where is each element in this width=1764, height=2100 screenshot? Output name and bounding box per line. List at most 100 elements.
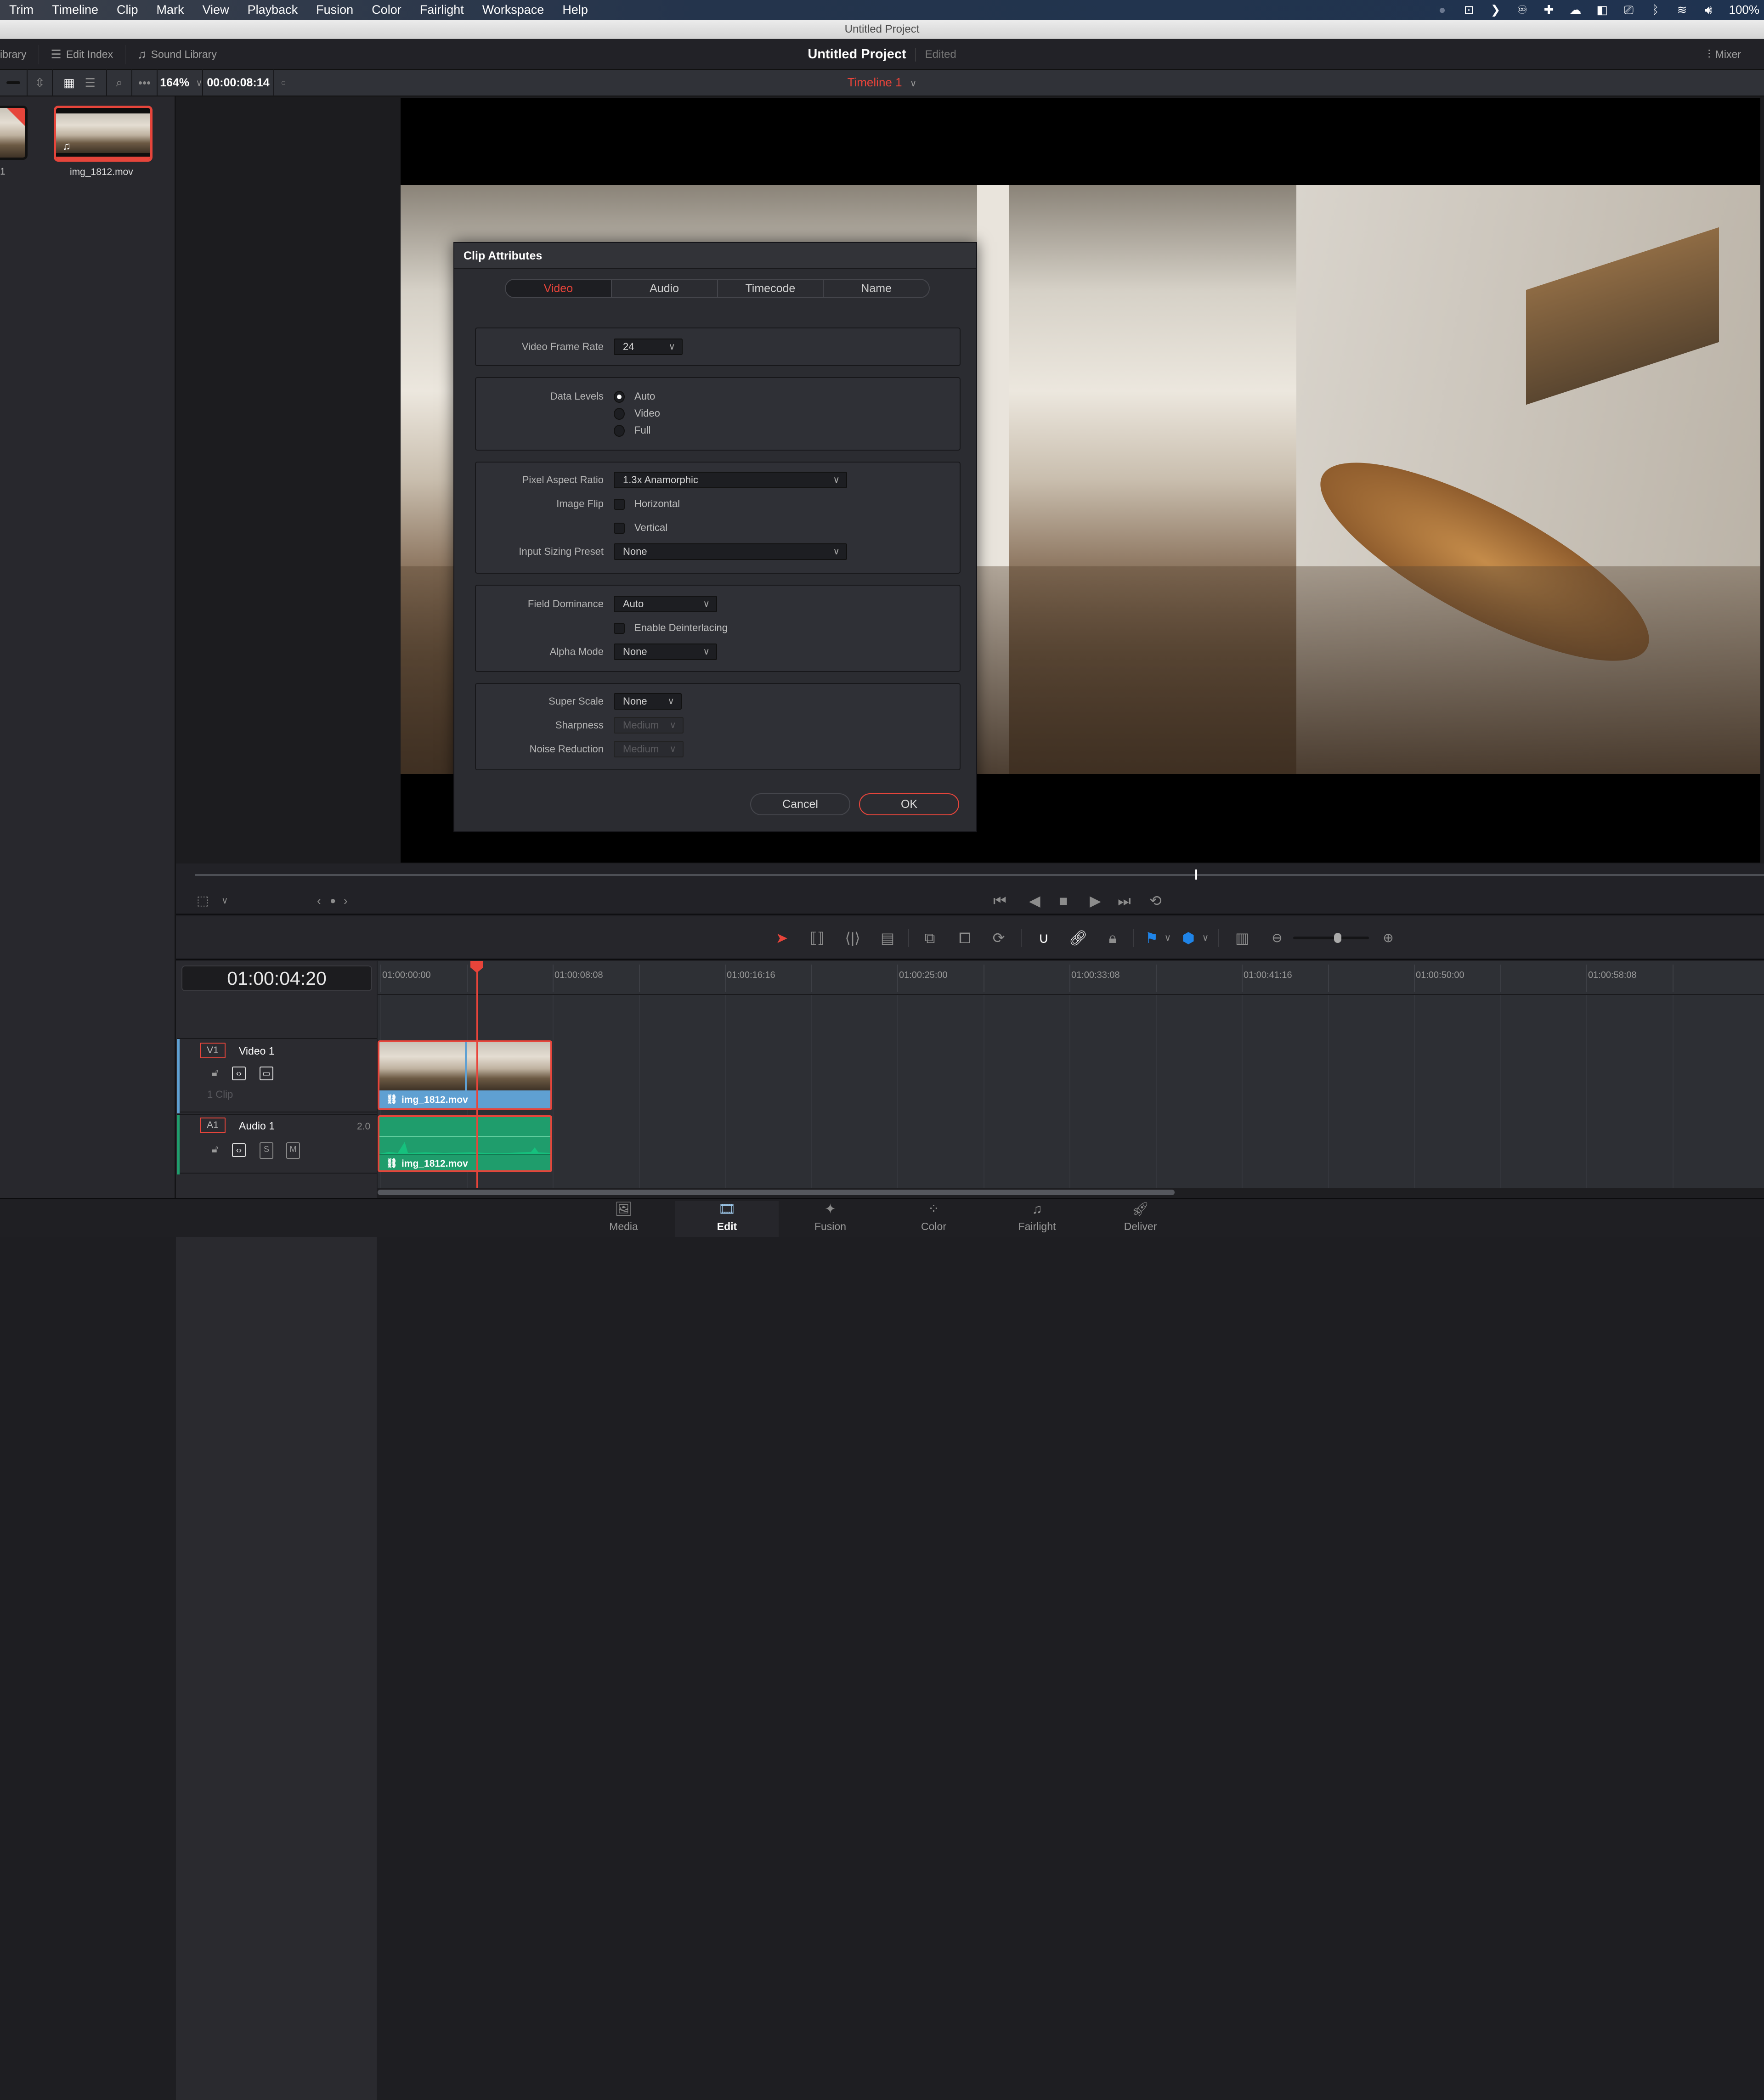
page-media[interactable]: 🖼︎ Media bbox=[572, 1201, 675, 1237]
medical-cross-icon[interactable]: ✚ bbox=[1543, 3, 1555, 17]
menu-fairlight[interactable]: Fairlight bbox=[411, 3, 473, 17]
lock-icon[interactable]: 🔓︎ bbox=[208, 1143, 222, 1157]
stop-icon[interactable]: ■ bbox=[1059, 892, 1068, 910]
clip-dot-icon[interactable]: ● bbox=[330, 892, 336, 910]
input-sizing-preset-select[interactable]: None ∨ bbox=[614, 543, 847, 560]
menu-playback[interactable]: Playback bbox=[238, 3, 307, 17]
cancel-button[interactable]: Cancel bbox=[750, 793, 850, 815]
menu-timeline[interactable]: Timeline bbox=[43, 3, 107, 17]
mute-button[interactable]: M bbox=[286, 1142, 300, 1159]
overwrite-clip-icon[interactable]: ⧠ bbox=[955, 928, 975, 948]
timeline-zoom-slider[interactable] bbox=[1293, 937, 1369, 939]
page-fairlight[interactable]: ♫ Fairlight bbox=[985, 1201, 1089, 1237]
audio-clip[interactable]: ⛓ img_1812.mov bbox=[378, 1115, 552, 1172]
auto-select-icon[interactable]: ‹› bbox=[232, 1067, 246, 1080]
airplay-icon[interactable]: ⎚ bbox=[1623, 3, 1635, 17]
zoom-dropdown[interactable]: 164% ∨ bbox=[158, 69, 203, 96]
wifi-icon[interactable]: ≋ bbox=[1676, 3, 1689, 17]
dynamic-trim-icon[interactable]: ⟨|⟩ bbox=[842, 928, 863, 948]
position-lock-icon[interactable]: 🔒︎ bbox=[1102, 928, 1123, 948]
loop-icon[interactable]: ⟲ bbox=[1149, 892, 1162, 910]
radio-data-levels-auto[interactable] bbox=[614, 391, 625, 403]
track-id-a1[interactable]: A1 bbox=[200, 1118, 226, 1133]
menu-view[interactable]: View bbox=[193, 3, 238, 17]
tab-audio[interactable]: Audio bbox=[612, 280, 718, 297]
vertical-flip-checkbox[interactable] bbox=[614, 523, 625, 534]
enable-deinterlacing-checkbox[interactable] bbox=[614, 623, 625, 634]
menu-fusion[interactable]: Fusion bbox=[307, 3, 362, 17]
slider-handle[interactable] bbox=[0, 69, 28, 96]
battery-percent[interactable]: 100% bbox=[1729, 3, 1760, 17]
creative-cloud-icon[interactable]: ♾ bbox=[1516, 3, 1529, 17]
list-view-icon[interactable]: ☰ bbox=[85, 76, 96, 90]
notification-icon[interactable]: ● bbox=[1436, 3, 1449, 17]
tab-name[interactable]: Name bbox=[824, 280, 929, 297]
search-icon[interactable]: ⌕ bbox=[107, 69, 132, 96]
bluetooth-icon[interactable]: ᛒ bbox=[1649, 3, 1662, 17]
insert-clip-icon[interactable]: ⧉ bbox=[920, 928, 940, 948]
track-enable-icon[interactable]: ▭ bbox=[260, 1067, 273, 1080]
tab-timecode[interactable]: Timecode bbox=[718, 280, 824, 297]
previous-clip-icon[interactable]: ‹ bbox=[317, 892, 321, 910]
super-scale-select[interactable]: None ∨ bbox=[614, 693, 682, 710]
timeline-chevron-icon[interactable]: ∨ bbox=[910, 79, 917, 89]
menu-color[interactable]: Color bbox=[362, 3, 411, 17]
timeline-zoom-handle[interactable] bbox=[1334, 933, 1341, 943]
menu-workspace[interactable]: Workspace bbox=[473, 3, 554, 17]
video-frame-rate-select[interactable]: 24 ∨ bbox=[614, 339, 683, 355]
play-icon[interactable]: ▶ bbox=[1090, 892, 1101, 910]
play-reverse-icon[interactable]: ◀ bbox=[1029, 892, 1040, 910]
page-fusion[interactable]: ✦ Fusion bbox=[779, 1201, 882, 1237]
page-edit[interactable]: 🎞︎ Edit bbox=[675, 1201, 779, 1237]
chevron-down-icon[interactable]: ∨ bbox=[1195, 928, 1216, 948]
sort-icon[interactable]: ⇳ bbox=[28, 69, 53, 96]
field-dominance-select[interactable]: Auto ∨ bbox=[614, 596, 717, 612]
sharpness-select[interactable]: Medium ∨ bbox=[614, 717, 684, 734]
viewer-frame-icon[interactable]: ⬚ bbox=[197, 892, 209, 910]
media-pool-clip[interactable]: ♫ bbox=[54, 106, 153, 162]
ok-button[interactable]: OK bbox=[859, 793, 959, 815]
solo-button[interactable]: S bbox=[260, 1142, 273, 1159]
video-clip[interactable]: ⛓ img_1812.mov bbox=[378, 1040, 552, 1110]
zoom-in-icon[interactable]: ⊕ bbox=[1378, 928, 1398, 948]
chevron-right-icon[interactable]: ❯ bbox=[1489, 3, 1502, 17]
radio-data-levels-full[interactable] bbox=[614, 425, 625, 437]
chevron-down-icon[interactable]: ∨ bbox=[1158, 928, 1178, 948]
selection-tool-icon[interactable]: ➤ bbox=[772, 928, 792, 948]
more-options-icon[interactable]: ••• bbox=[132, 69, 158, 96]
playhead-line[interactable] bbox=[476, 967, 478, 1190]
noise-reduction-select[interactable]: Medium ∨ bbox=[614, 741, 684, 757]
bookmark-star-icon[interactable]: ⊡ bbox=[1463, 3, 1476, 17]
trim-edit-icon[interactable]: ⟦⟧ bbox=[807, 928, 827, 948]
lock-icon[interactable]: 🔓︎ bbox=[208, 1067, 222, 1080]
pixel-aspect-ratio-select[interactable]: 1.3x Anamorphic ∨ bbox=[614, 472, 847, 488]
timeline-view-options-icon[interactable]: ▥ bbox=[1232, 928, 1252, 948]
auto-select-icon[interactable]: ‹› bbox=[232, 1143, 246, 1157]
volume-icon[interactable]: 🔊︎ bbox=[1702, 3, 1715, 17]
menu-clip[interactable]: Clip bbox=[107, 3, 147, 17]
next-clip-icon[interactable]: › bbox=[344, 892, 348, 910]
media-pool-clip-partial[interactable] bbox=[0, 106, 28, 160]
page-deliver[interactable]: 🚀︎ Deliver bbox=[1089, 1201, 1192, 1237]
timeline-timecode[interactable]: 01:00:04:20 bbox=[181, 965, 372, 991]
alpha-mode-select[interactable]: None ∨ bbox=[614, 644, 717, 660]
mixer-button[interactable]: ⫶ Mixer bbox=[1707, 39, 1741, 70]
tab-video[interactable]: Video bbox=[506, 280, 612, 297]
menu-help[interactable]: Help bbox=[553, 3, 597, 17]
go-to-start-icon[interactable]: ⏮ bbox=[993, 892, 1006, 910]
linked-selection-icon[interactable]: 🔗︎ bbox=[1068, 928, 1088, 948]
snapping-icon[interactable]: ∪ bbox=[1034, 928, 1054, 948]
scrubber-handle[interactable] bbox=[1195, 869, 1197, 880]
go-to-end-icon[interactable]: ⏭ bbox=[1118, 892, 1131, 910]
zoom-out-icon[interactable]: ⊖ bbox=[1267, 928, 1287, 948]
cloud-upload-icon[interactable]: ☁ bbox=[1569, 3, 1582, 17]
timeline-selector[interactable]: Timeline 1 bbox=[848, 75, 902, 89]
radio-data-levels-video[interactable] bbox=[614, 408, 625, 420]
menu-trim[interactable]: Trim bbox=[0, 3, 43, 17]
grid-view-icon[interactable]: ▦ bbox=[63, 76, 75, 90]
chevron-down-icon[interactable]: ∨ bbox=[221, 892, 228, 910]
timeline-scrollbar-thumb[interactable] bbox=[378, 1190, 1175, 1195]
menu-mark[interactable]: Mark bbox=[147, 3, 193, 17]
display-arrange-icon[interactable]: ◧ bbox=[1596, 3, 1609, 17]
blade-icon[interactable]: ▤ bbox=[877, 928, 898, 948]
